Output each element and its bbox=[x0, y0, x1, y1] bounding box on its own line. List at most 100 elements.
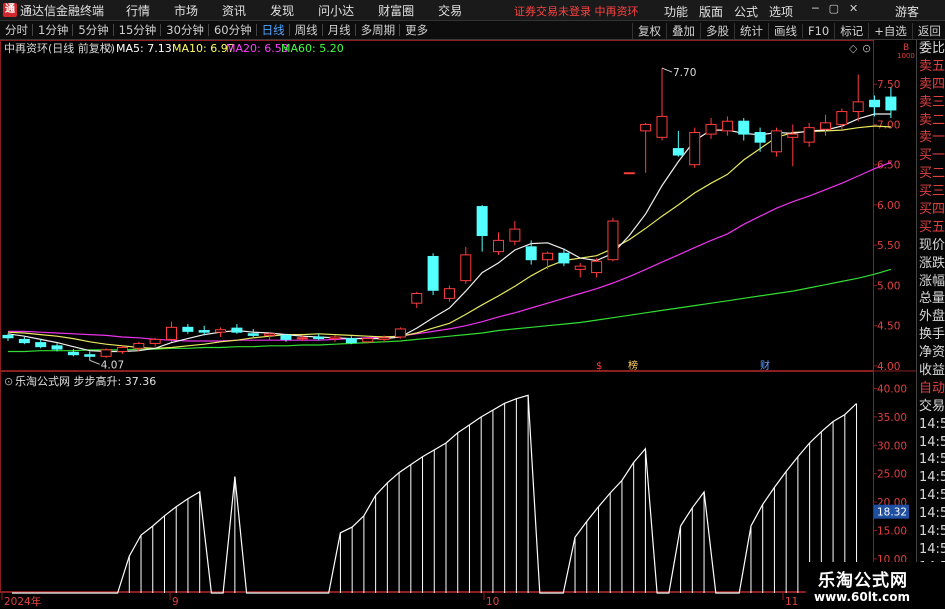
tab-timeframe[interactable]: 多周期 bbox=[361, 22, 396, 38]
tab-timeframe[interactable]: 分时 bbox=[5, 22, 28, 38]
side-panel-item[interactable]: 14:56 bbox=[917, 451, 945, 469]
side-panel-item[interactable]: 14:56 bbox=[917, 416, 945, 434]
marker-bang: 榜 bbox=[628, 359, 638, 372]
tab-timeframe[interactable]: 更多 bbox=[405, 22, 428, 38]
tab-timeframe[interactable]: 日线 bbox=[262, 22, 285, 38]
side-panel-item[interactable]: 涨幅 bbox=[917, 273, 945, 291]
side-panel-item[interactable]: 委比 bbox=[917, 40, 945, 58]
side-panel-item[interactable]: 14:56 bbox=[917, 523, 945, 541]
candle-body-up bbox=[509, 228, 521, 242]
right-menu-item[interactable]: 功能 bbox=[664, 3, 688, 20]
guest-label[interactable]: 游客 bbox=[895, 3, 919, 20]
side-panel-item[interactable]: 14:56 bbox=[917, 434, 945, 452]
candle-body-up bbox=[852, 101, 864, 113]
candle-body-up bbox=[149, 338, 161, 344]
side-panel-item[interactable]: 净资 bbox=[917, 344, 945, 362]
candle-body-up bbox=[591, 260, 603, 274]
side-panel-item[interactable]: 外盘 bbox=[917, 308, 945, 326]
side-panel-item[interactable]: 买一 bbox=[917, 147, 945, 165]
menu-item[interactable]: 财富圈 bbox=[378, 2, 414, 19]
menu-item[interactable]: 发现 bbox=[270, 2, 294, 19]
side-panel-item[interactable]: 14:56 bbox=[917, 505, 945, 523]
kline-chart[interactable]: 中再资环(日线 前复权)⊙ MA5: 7.13 MA10: 6.97MA20: 6.… bbox=[0, 40, 916, 609]
side-panel-item[interactable]: 买二 bbox=[917, 165, 945, 183]
marker-dollar: $ bbox=[596, 361, 602, 372]
tab-divider bbox=[207, 24, 209, 36]
candle-body-up bbox=[166, 326, 177, 340]
side-panel-item[interactable]: 卖一 bbox=[917, 129, 945, 147]
restore-icon[interactable]: ▢ bbox=[829, 2, 839, 15]
candle-body-down bbox=[247, 333, 259, 336]
candle-body-up bbox=[607, 220, 619, 261]
side-panel-item[interactable]: 总量 bbox=[917, 290, 945, 308]
tab-timeframe[interactable]: 60分钟 bbox=[214, 22, 252, 38]
side-panel-item[interactable]: 交易 bbox=[917, 398, 945, 416]
side-panel-item[interactable]: 自动 bbox=[917, 380, 945, 398]
side-panel-item[interactable]: 收益 bbox=[917, 362, 945, 380]
tab-divider bbox=[32, 24, 33, 36]
candle-body-down bbox=[672, 148, 684, 156]
candle-body-up bbox=[656, 115, 668, 138]
candle-body-up bbox=[574, 265, 586, 270]
ma60-line bbox=[8, 268, 892, 353]
ma-legend-3: MA60: 5.20 bbox=[281, 42, 344, 55]
side-panel-item[interactable]: 现价 bbox=[917, 237, 945, 255]
sub-tick-label: 30.00 bbox=[877, 440, 907, 452]
right-menu-item[interactable]: 选项 bbox=[769, 3, 793, 20]
side-panel-item[interactable]: 买三 bbox=[917, 183, 945, 201]
candle-body-up bbox=[770, 130, 782, 153]
candle-body-up bbox=[787, 133, 799, 138]
candle-body-down bbox=[182, 326, 194, 332]
toolbar-button[interactable]: F10 bbox=[802, 23, 834, 38]
toolbar-button[interactable]: 画线 bbox=[768, 22, 802, 39]
candle-body-down bbox=[754, 131, 766, 143]
sub-tick-label: 25.00 bbox=[877, 469, 907, 481]
menu-item[interactable]: 问小达 bbox=[318, 2, 354, 19]
candle-body-down bbox=[198, 330, 210, 333]
candle-body-up bbox=[493, 239, 504, 253]
candle-body-up bbox=[296, 337, 308, 340]
side-panel-item[interactable]: 涨跌 bbox=[917, 255, 945, 273]
menu-item[interactable]: 市场 bbox=[174, 2, 198, 19]
tab-timeframe[interactable]: 5分钟 bbox=[78, 22, 108, 38]
side-panel-item[interactable]: 卖二 bbox=[917, 112, 945, 130]
side-panel-item[interactable]: 卖四 bbox=[917, 76, 945, 94]
menu-item[interactable]: 行情 bbox=[126, 2, 150, 19]
toolbar-button[interactable]: 统计 bbox=[734, 22, 768, 39]
minimize-icon[interactable]: ─ bbox=[812, 2, 819, 15]
side-panel-item[interactable]: 14:56 bbox=[917, 487, 945, 505]
menu-item[interactable]: 交易 bbox=[438, 2, 462, 19]
chart-area[interactable]: 中再资环(日线 前复权) ⊙ MA5: 7.13 MA10: 6.97 MA20: 6.… bbox=[0, 40, 916, 609]
menu-item[interactable]: 资讯 bbox=[222, 2, 246, 19]
candle-body-up bbox=[329, 336, 341, 340]
ma20-line bbox=[8, 161, 892, 342]
right-menu: 功能 版面 公式 选项 bbox=[664, 3, 804, 20]
toolbar-button[interactable]: 标记 bbox=[834, 22, 868, 39]
toolbar-button[interactable]: 多股 bbox=[700, 22, 734, 39]
toolbar-button[interactable]: 返回 bbox=[911, 22, 945, 39]
tab-timeframe[interactable]: 周线 bbox=[295, 22, 318, 38]
toolbar-button[interactable]: 叠加 bbox=[666, 22, 700, 39]
side-panel-item[interactable]: 卖三 bbox=[917, 94, 945, 112]
side-panel-item[interactable]: 买四 bbox=[917, 201, 945, 219]
tab-timeframe[interactable]: 15分钟 bbox=[119, 22, 157, 38]
close-icon[interactable]: ✕ bbox=[849, 2, 858, 15]
candle-body-down bbox=[231, 327, 243, 333]
candle-body-up bbox=[215, 329, 227, 333]
tab-timeframe[interactable]: 月线 bbox=[328, 22, 351, 38]
side-panel-item[interactable]: 14:56 bbox=[917, 541, 945, 559]
right-menu-item[interactable]: 公式 bbox=[734, 3, 758, 20]
side-panel-item[interactable]: 买五 bbox=[917, 219, 945, 237]
trade-login-notice[interactable]: 证券交易未登录 中再资环 bbox=[514, 3, 639, 19]
side-panel-item[interactable]: 卖五 bbox=[917, 58, 945, 76]
side-panel-item[interactable]: 14:56 bbox=[917, 469, 945, 487]
candle-body-up bbox=[803, 127, 815, 143]
side-panel-item[interactable]: 换手 bbox=[917, 326, 945, 344]
price-tick-label: 4.50 bbox=[877, 321, 900, 333]
right-menu-item[interactable]: 版面 bbox=[699, 3, 723, 20]
toolbar-button[interactable]: +自选 bbox=[868, 22, 912, 39]
tab-timeframe[interactable]: 1分钟 bbox=[38, 22, 68, 38]
tab-timeframe[interactable]: 30分钟 bbox=[166, 22, 204, 38]
toolbar-button[interactable]: 复权 bbox=[632, 22, 666, 39]
tab-divider bbox=[112, 24, 114, 36]
